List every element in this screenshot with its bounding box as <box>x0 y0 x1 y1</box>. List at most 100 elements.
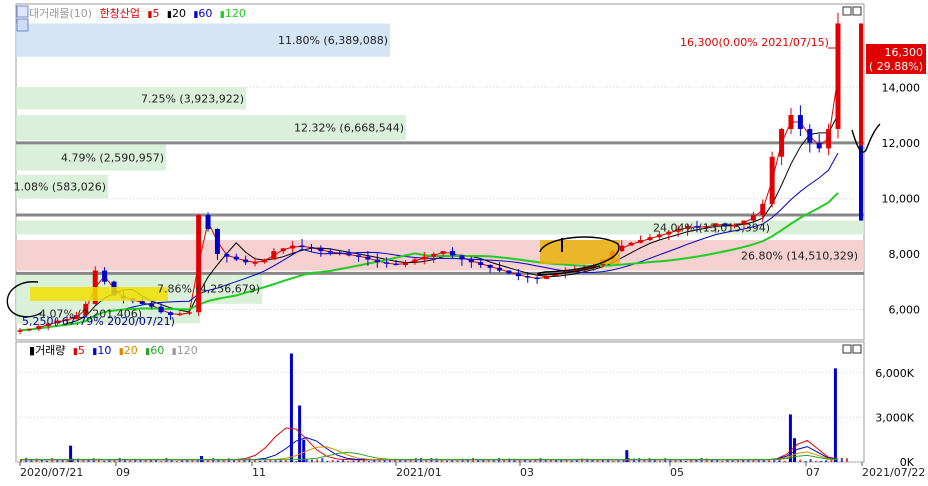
volume-bar <box>383 459 386 462</box>
date-axis: 2020/07/21 09 11 2021/01 03 05 07 2021/07/22 <box>19 462 925 479</box>
price-tick-label: 14,000 <box>882 81 921 94</box>
volume-axis: 6,000K3,000K0K <box>875 367 914 469</box>
volume-bar <box>549 460 552 462</box>
volume-bar <box>326 460 329 462</box>
price-legend: 대거래물(10) 한창산업 ▮5 ▮20 ▮60 ▮120 <box>29 7 246 20</box>
price-tick-label: 12,000 <box>882 137 921 150</box>
candle-body <box>638 240 644 243</box>
volume-bar <box>679 460 682 462</box>
volume-bar <box>783 460 786 462</box>
max-price-label: 16,300(0.00% 2021/07/15) <box>680 36 829 49</box>
price-axis: 14,000 12,000 10,000 8,000 6,000 <box>882 81 921 316</box>
volume-pane <box>15 341 865 463</box>
minimize-icon[interactable] <box>842 344 852 354</box>
volume-bar <box>186 460 189 462</box>
volume-zone-label: 24.04% (13,015,394) <box>653 222 770 235</box>
highlight-box-early <box>30 287 168 301</box>
close-icon[interactable] <box>852 344 862 354</box>
candle-body <box>346 253 352 256</box>
volume-bar <box>456 460 459 462</box>
candle-body <box>252 262 258 264</box>
candle-body <box>816 142 822 149</box>
date-tick-label: 05 <box>670 466 684 479</box>
volume-bar <box>461 458 464 462</box>
volume-bar <box>238 459 241 462</box>
volume-bar <box>809 459 812 462</box>
volume-zone-label: 26.80% (14,510,329) <box>741 249 858 262</box>
volume-bar <box>570 460 573 462</box>
panel-lock-button[interactable] <box>16 18 29 32</box>
volume-bar <box>477 460 480 462</box>
date-tick-label: 03 <box>520 466 534 479</box>
volume-bar <box>331 459 334 462</box>
candle-body <box>421 256 427 260</box>
candle-body <box>440 251 446 254</box>
volume-bar <box>336 460 339 462</box>
min-price-label: 5,250(-67.79% 2020/07/21) <box>22 315 175 328</box>
date-tick-label: 2021/07/22 <box>862 466 925 479</box>
volume-bar <box>103 460 106 462</box>
candle-body <box>515 273 521 277</box>
candle-body <box>158 306 164 313</box>
volume-bar <box>155 460 158 462</box>
candle-body <box>17 330 23 332</box>
candle-body <box>355 255 361 257</box>
current-price-change: ( 29.88%) <box>869 60 923 73</box>
candle-body <box>196 215 202 313</box>
volume-bar <box>321 458 324 462</box>
candle-body <box>374 259 380 263</box>
date-tick-label: 09 <box>116 466 130 479</box>
candle-body <box>835 23 841 129</box>
volume-bar <box>264 460 267 462</box>
volume-bar <box>144 460 147 462</box>
volume-bar <box>316 459 319 462</box>
candle-body <box>177 313 183 316</box>
volume-spike <box>199 456 203 462</box>
volume-bar <box>352 460 355 462</box>
date-tick-label: 2021/01 <box>396 466 442 479</box>
minimize-icon[interactable] <box>842 6 852 16</box>
volume-bar <box>830 459 833 462</box>
volume-bar <box>77 458 80 462</box>
volume-bar <box>378 460 381 462</box>
candle-body <box>365 256 371 260</box>
candle-body <box>750 215 756 221</box>
volume-bar <box>814 460 817 462</box>
volume-bar <box>388 460 391 462</box>
volume-zone-label: 11.80% (6,389,088) <box>278 34 388 47</box>
volume-bar <box>404 460 407 462</box>
price-tick-label: 10,000 <box>882 192 921 205</box>
candle-body <box>402 262 408 266</box>
current-price-value: 16,300 <box>885 46 924 59</box>
volume-bar <box>742 460 745 462</box>
volume-zone-label: 7.86% (4,256,679) <box>157 283 260 296</box>
date-tick-label: 2020/07/21 <box>20 466 83 479</box>
candle-body <box>826 128 832 149</box>
volume-bar <box>747 460 750 462</box>
candle-body <box>186 312 192 314</box>
volume-zone-label: 7.25% (3,923,922) <box>141 92 244 105</box>
volume-zone-label: 4.79% (2,590,957) <box>61 151 164 164</box>
volume-bar <box>799 459 802 462</box>
candle-body <box>497 267 503 271</box>
volume-spike <box>833 368 837 462</box>
volume-bar <box>825 460 828 462</box>
candle-body <box>318 248 324 252</box>
volume-bar <box>310 459 313 462</box>
candle-body <box>205 215 211 229</box>
volume-bar <box>139 460 142 462</box>
volume-bar <box>778 459 781 462</box>
price-tick-label: 8,000 <box>889 248 921 261</box>
candle-body <box>431 253 437 257</box>
volume-tick-label: 3,000K <box>875 411 914 424</box>
close-icon[interactable] <box>852 6 862 16</box>
candle-body <box>412 259 418 263</box>
date-tick-label: 11 <box>252 466 266 479</box>
volume-spike <box>302 439 306 462</box>
candle-body-latest-down <box>859 145 863 221</box>
candle-body <box>647 237 653 241</box>
candle-body <box>102 270 108 282</box>
candle-body <box>214 228 220 254</box>
panel-menu-button[interactable] <box>16 5 29 18</box>
volume-zone-label: 12.32% (6,668,544) <box>294 122 404 135</box>
